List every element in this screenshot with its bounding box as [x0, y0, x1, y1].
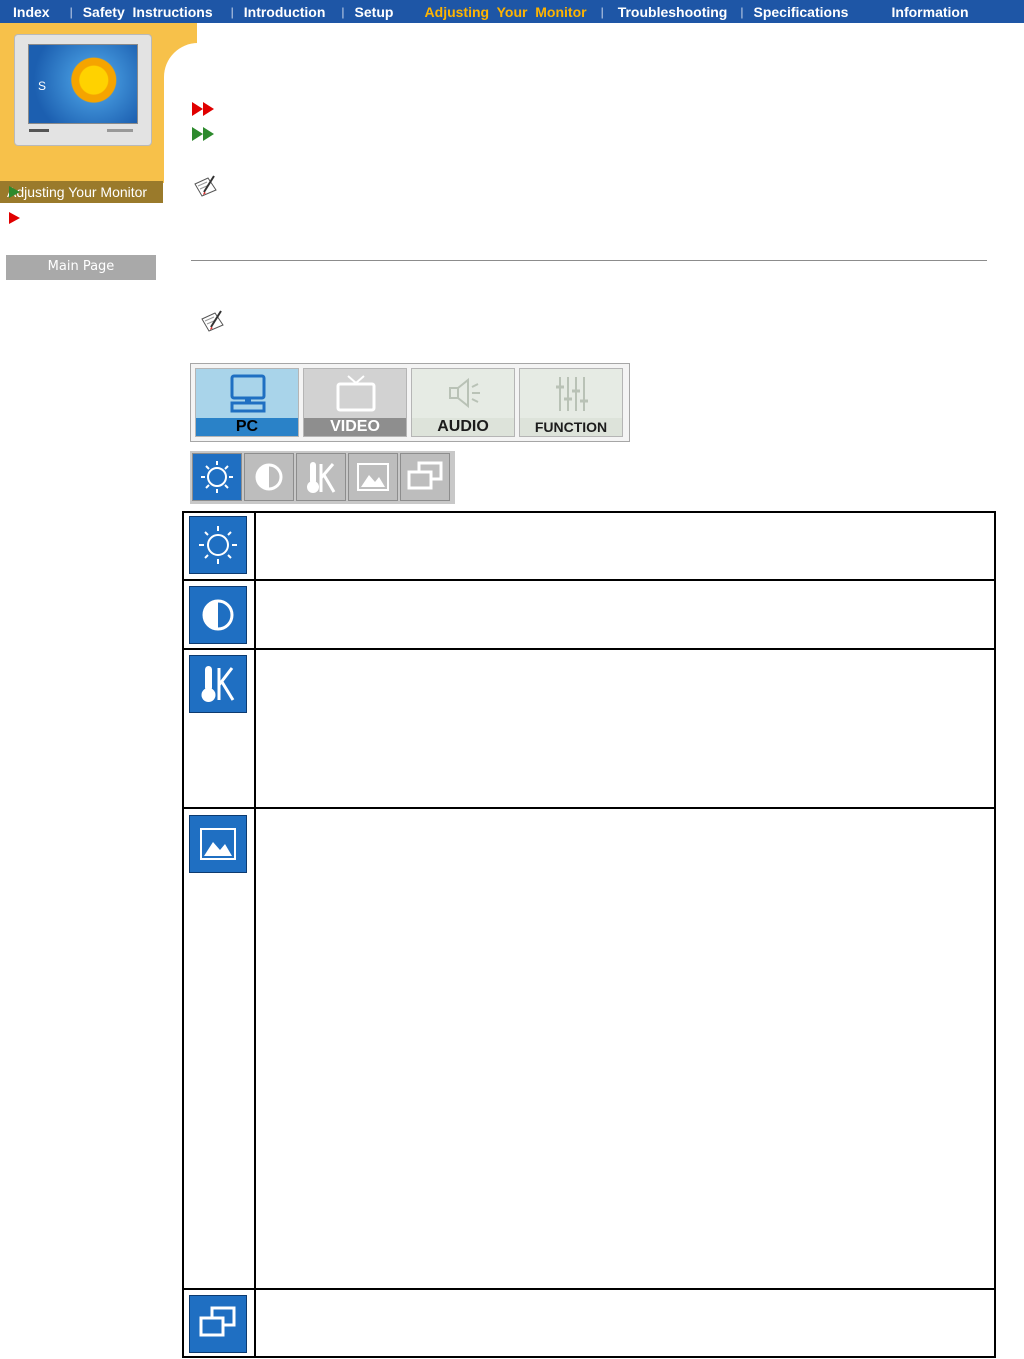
header-graphic: S Adjusting Your Monitor: [0, 23, 209, 203]
tab-function-label: FUNCTION: [520, 418, 622, 436]
green-arrow-icon: [9, 186, 20, 198]
red-arrow-icon: [9, 212, 20, 224]
tv-icon: [336, 375, 376, 412]
table-row-color-temperature: [182, 648, 996, 809]
windows-icon: [189, 1295, 247, 1353]
speaker-icon: [449, 377, 480, 409]
tab-audio[interactable]: AUDIO: [411, 368, 515, 437]
icon-cell: [184, 809, 256, 1288]
note-icon: [194, 175, 217, 197]
windows-icon: [407, 461, 443, 490]
brightness-icon: [201, 461, 233, 493]
subtab-windows[interactable]: [400, 453, 450, 501]
main-page-button[interactable]: Main Page: [6, 255, 156, 280]
section-label: Adjusting Your Monitor: [0, 181, 163, 203]
icon-cell: [184, 1290, 256, 1356]
table-row-brightness: [182, 511, 996, 581]
nav-safety-instructions[interactable]: Safety Instructions: [83, 0, 213, 23]
table-row-windows: [182, 1288, 996, 1358]
red-double-arrow-icon: [192, 102, 218, 116]
row-description: [256, 581, 994, 648]
row-description: [256, 1290, 994, 1356]
nav-separator: |: [69, 4, 73, 19]
tab-video[interactable]: VIDEO: [303, 368, 407, 437]
monitor-letter: S: [38, 79, 47, 93]
nav-separator: |: [341, 4, 345, 19]
contrast-icon: [189, 586, 247, 644]
tab-pc[interactable]: PC: [195, 368, 299, 437]
tab-audio-label: AUDIO: [412, 418, 514, 436]
monitor-image: S: [14, 34, 152, 146]
icon-cell: [184, 650, 256, 807]
flower-screen-image: S: [28, 44, 138, 124]
subtab-brightness[interactable]: [192, 453, 242, 501]
subtab-image[interactable]: [348, 453, 398, 501]
top-navigation: Index | Safety Instructions | Introducti…: [0, 0, 1024, 23]
image-icon: [357, 463, 389, 491]
sliders-icon: [556, 377, 588, 411]
nav-index[interactable]: Index: [13, 0, 50, 23]
divider: [191, 260, 987, 261]
image-icon: [189, 815, 247, 873]
brightness-icon: [189, 516, 247, 574]
contrast-icon: [255, 463, 283, 491]
nav-setup[interactable]: Setup: [355, 0, 394, 23]
tab-video-label: VIDEO: [304, 418, 406, 436]
nav-separator: |: [600, 4, 604, 19]
nav-information[interactable]: Information: [892, 0, 969, 23]
row-description: [256, 513, 994, 579]
table-row-contrast: [182, 579, 996, 650]
row-description: [256, 650, 994, 807]
nav-troubleshooting[interactable]: Troubleshooting: [618, 0, 728, 23]
nav-separator: |: [230, 4, 234, 19]
note-icon: [201, 310, 224, 332]
nav-adjusting-your-monitor[interactable]: Adjusting Your Monitor: [425, 0, 587, 23]
green-double-arrow-icon: [192, 127, 218, 141]
nav-separator: |: [740, 4, 744, 19]
icon-cell: [184, 513, 256, 579]
nav-specifications[interactable]: Specifications: [753, 0, 848, 23]
subtab-strip: [190, 451, 455, 504]
row-description: [256, 809, 994, 1288]
table-row-image: [182, 807, 996, 1290]
subtab-contrast[interactable]: [244, 453, 294, 501]
color-temperature-icon: [307, 462, 336, 493]
tab-function[interactable]: FUNCTION: [519, 368, 623, 437]
nav-introduction[interactable]: Introduction: [244, 0, 326, 23]
subtab-color-temperature[interactable]: [296, 453, 346, 501]
tab-pc-label: PC: [196, 418, 298, 436]
category-tabs: PC VIDEO AUDIO FUNCTION: [190, 363, 630, 442]
icon-cell: [184, 581, 256, 648]
color-temperature-icon: [189, 655, 247, 713]
pc-icon: [230, 374, 266, 413]
